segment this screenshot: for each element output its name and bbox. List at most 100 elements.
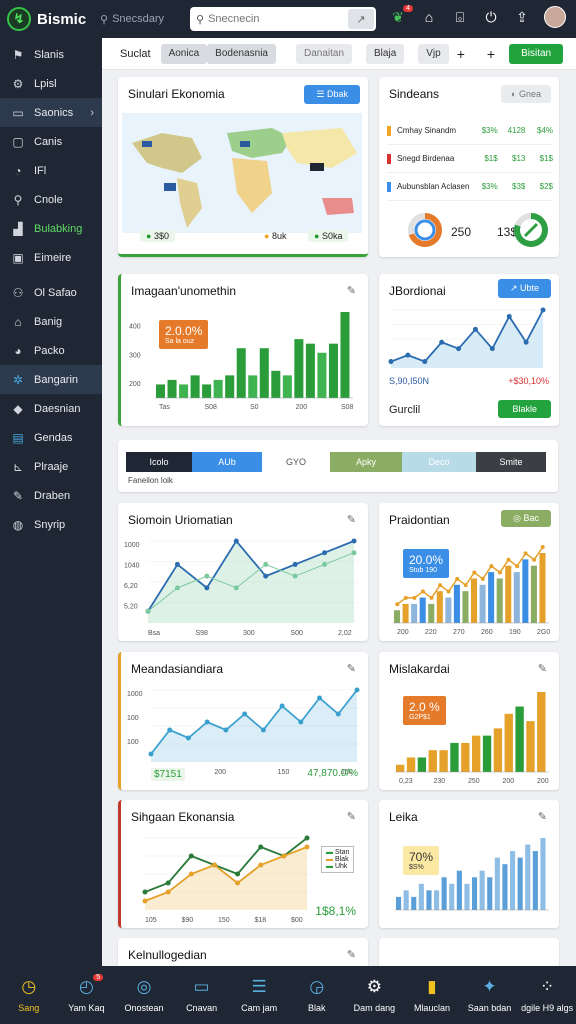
edit-icon[interactable]: ✎ — [347, 948, 356, 961]
chip-aonica[interactable]: Aonica — [160, 43, 208, 64]
list-icon: ☰ — [251, 977, 267, 996]
bar — [539, 553, 546, 623]
nav-item-mlauclan[interactable]: ▮ Mlauclan — [403, 966, 461, 1024]
chip-blaja[interactable]: Blaja — [366, 43, 405, 64]
leaf-icon[interactable]: ❦ 4 — [389, 4, 413, 26]
history-icon: ◴ — [78, 977, 94, 996]
search-box[interactable]: ⚲ ↗ — [190, 7, 376, 31]
chip-vjp[interactable]: Vjp — [418, 43, 449, 64]
bar — [411, 603, 418, 623]
sidebar-item-draben[interactable]: ✎ Draben — [0, 481, 102, 510]
data-point — [185, 735, 191, 741]
bar — [236, 348, 246, 398]
nav-item-onostean[interactable]: ◎ Onostean — [115, 966, 173, 1024]
primary-action-button[interactable]: Bisitan — [509, 43, 564, 64]
segment-6[interactable]: Smite — [476, 452, 546, 472]
data-point — [142, 889, 148, 895]
chip-bodenasnia[interactable]: Bodenasnia — [207, 43, 276, 64]
top-icons: ❦ 4 ⌂ ⌺ ⏻ ⇪ — [389, 4, 566, 28]
cog-icon: ✲ — [12, 372, 24, 387]
list-item[interactable]: Snegd Birdenaa $1$ $13 $1$ — [387, 145, 553, 173]
doc-icon: ▢ — [12, 134, 24, 149]
segment-1[interactable]: Icolo — [126, 452, 192, 472]
nav-item-dgile-h9-algs[interactable]: ⁘ dgile H9 algs — [518, 966, 576, 1024]
add-icon[interactable]: + — [457, 46, 465, 62]
segment-3[interactable]: GYO — [262, 452, 330, 472]
data-point — [354, 687, 360, 693]
jbordionai-cta[interactable]: Blakle — [498, 400, 551, 418]
list-item[interactable]: Aubunsblan Aclasen $3% $3$ $2$ — [387, 173, 553, 201]
brand[interactable]: ↯ Bismic — [0, 7, 100, 31]
sidebar-item-bangarin[interactable]: ✲ Bangarin — [0, 365, 102, 394]
sidebar-item-label: Bulabking — [34, 222, 83, 235]
jbordionai-button[interactable]: ↗ Ubte — [497, 279, 551, 298]
search-label[interactable]: ⚲ Snecsdary — [100, 13, 186, 26]
edit-icon[interactable]: ✎ — [538, 810, 547, 823]
trend-point — [506, 557, 511, 562]
sidebar-item-packo[interactable]: ◕ Packo — [0, 336, 102, 365]
sidebar-item-snyrip[interactable]: ◍ Snyrip — [0, 510, 102, 539]
nav-item-cnavan[interactable]: ▭ Cnavan — [173, 966, 231, 1024]
nav-label: Cam jam — [241, 1003, 278, 1013]
edit-icon[interactable]: ✎ — [347, 513, 356, 526]
map-stat-3: ● S0ka — [308, 230, 349, 242]
nav-label: Dam dang — [353, 1003, 396, 1013]
card-sihgaan: Sihgaan Ekonansia ✎ 105 $90 150 $18 $00 ▬ St… — [118, 800, 368, 928]
sidebar-item-canis[interactable]: ▢ Canis — [0, 127, 102, 156]
trend-point — [429, 595, 434, 600]
chip-danaitan[interactable]: Danaitan — [295, 43, 353, 64]
search-input[interactable] — [208, 13, 349, 25]
nav-item-saan-bdan[interactable]: ✦ Saan bdan — [461, 966, 519, 1024]
brand-logo-icon: ↯ — [7, 7, 31, 31]
segment-5[interactable]: Deco — [402, 452, 476, 472]
edit-icon[interactable]: ✎ — [347, 284, 356, 297]
power-icon[interactable]: ⏻ — [482, 9, 500, 26]
data-point — [335, 711, 341, 717]
search-submit-button[interactable]: ↗ — [348, 9, 374, 29]
sindeans-button[interactable]: ◐ Gnea — [501, 85, 551, 103]
edit-icon[interactable]: ✎ — [347, 810, 356, 823]
sidebar-item-label: IFl — [34, 164, 47, 177]
compass-icon: ◎ — [136, 977, 152, 996]
bar — [305, 343, 315, 398]
y-tick-label: 1000 — [127, 691, 143, 698]
segment-4[interactable]: Apky — [330, 452, 402, 472]
sidebar-item-plraaje[interactable]: ⊾ Plraaje — [0, 452, 102, 481]
map-action-button[interactable]: ☰ Dbak — [304, 85, 360, 104]
world-map[interactable] — [122, 113, 362, 233]
nav-item-sang[interactable]: ◷ Sang — [0, 966, 58, 1024]
nav-item-dam-dang[interactable]: ⚙ Dam dang — [346, 966, 404, 1024]
lock-icon[interactable]: ⌺ — [451, 9, 469, 26]
segment-2[interactable]: AUb — [192, 452, 262, 472]
bank-icon[interactable]: ⌂ — [420, 9, 438, 25]
data-point — [188, 871, 194, 877]
sidebar-item-ifl[interactable]: ◔ IFl — [0, 156, 102, 185]
sidebar-item-daesnian[interactable]: ◆ Daesnian — [0, 394, 102, 423]
pie-icon: ◕ — [14, 343, 22, 358]
sidebar-item-eimeire[interactable]: ▣ Eimeire — [0, 243, 102, 272]
sidebar-item-lpisl[interactable]: ⚙ Lpisl — [0, 69, 102, 98]
list-item[interactable]: Cmhay Sinandm $3% 4128 $4% — [387, 117, 553, 145]
card-title: Sindeans — [389, 87, 440, 101]
sidebar-item-slanis[interactable]: ⚑ Slanis — [0, 40, 102, 69]
edit-icon[interactable]: ✎ — [538, 662, 547, 675]
trend-point — [420, 589, 425, 594]
nav-item-blak[interactable]: ◶ Blak — [288, 966, 346, 1024]
x-tick-label: 105 — [145, 917, 157, 924]
add-icon-2[interactable]: + — [487, 46, 495, 62]
sidebar-item-ol-safao[interactable]: ⚇ Ol Safao — [0, 278, 102, 307]
sidebar-item-bulabking[interactable]: ▟ Bulabking — [0, 214, 102, 243]
bar — [462, 591, 469, 623]
nav-item-cam-jam[interactable]: ☰ Cam jam — [230, 966, 288, 1024]
avatar[interactable] — [544, 6, 566, 28]
sidebar-item-gendas[interactable]: ▤ Gendas — [0, 423, 102, 452]
sidebar-item-banig[interactable]: ⌂ Banig — [0, 307, 102, 336]
praidontian-button[interactable]: ◎ Bac — [501, 510, 551, 527]
share-icon[interactable]: ⇪ — [513, 9, 531, 26]
edit-icon[interactable]: ✎ — [347, 662, 356, 675]
data-point — [304, 844, 310, 850]
sidebar-item-saonics[interactable]: ▭ Saonics › — [0, 98, 102, 127]
nav-item-yam-kaq[interactable]: ◴ Yam Kaq 5 — [58, 966, 116, 1024]
sidebar-item-label: Ol Safao — [34, 286, 77, 299]
sidebar-item-cnole[interactable]: ⚲ Cnole — [0, 185, 102, 214]
